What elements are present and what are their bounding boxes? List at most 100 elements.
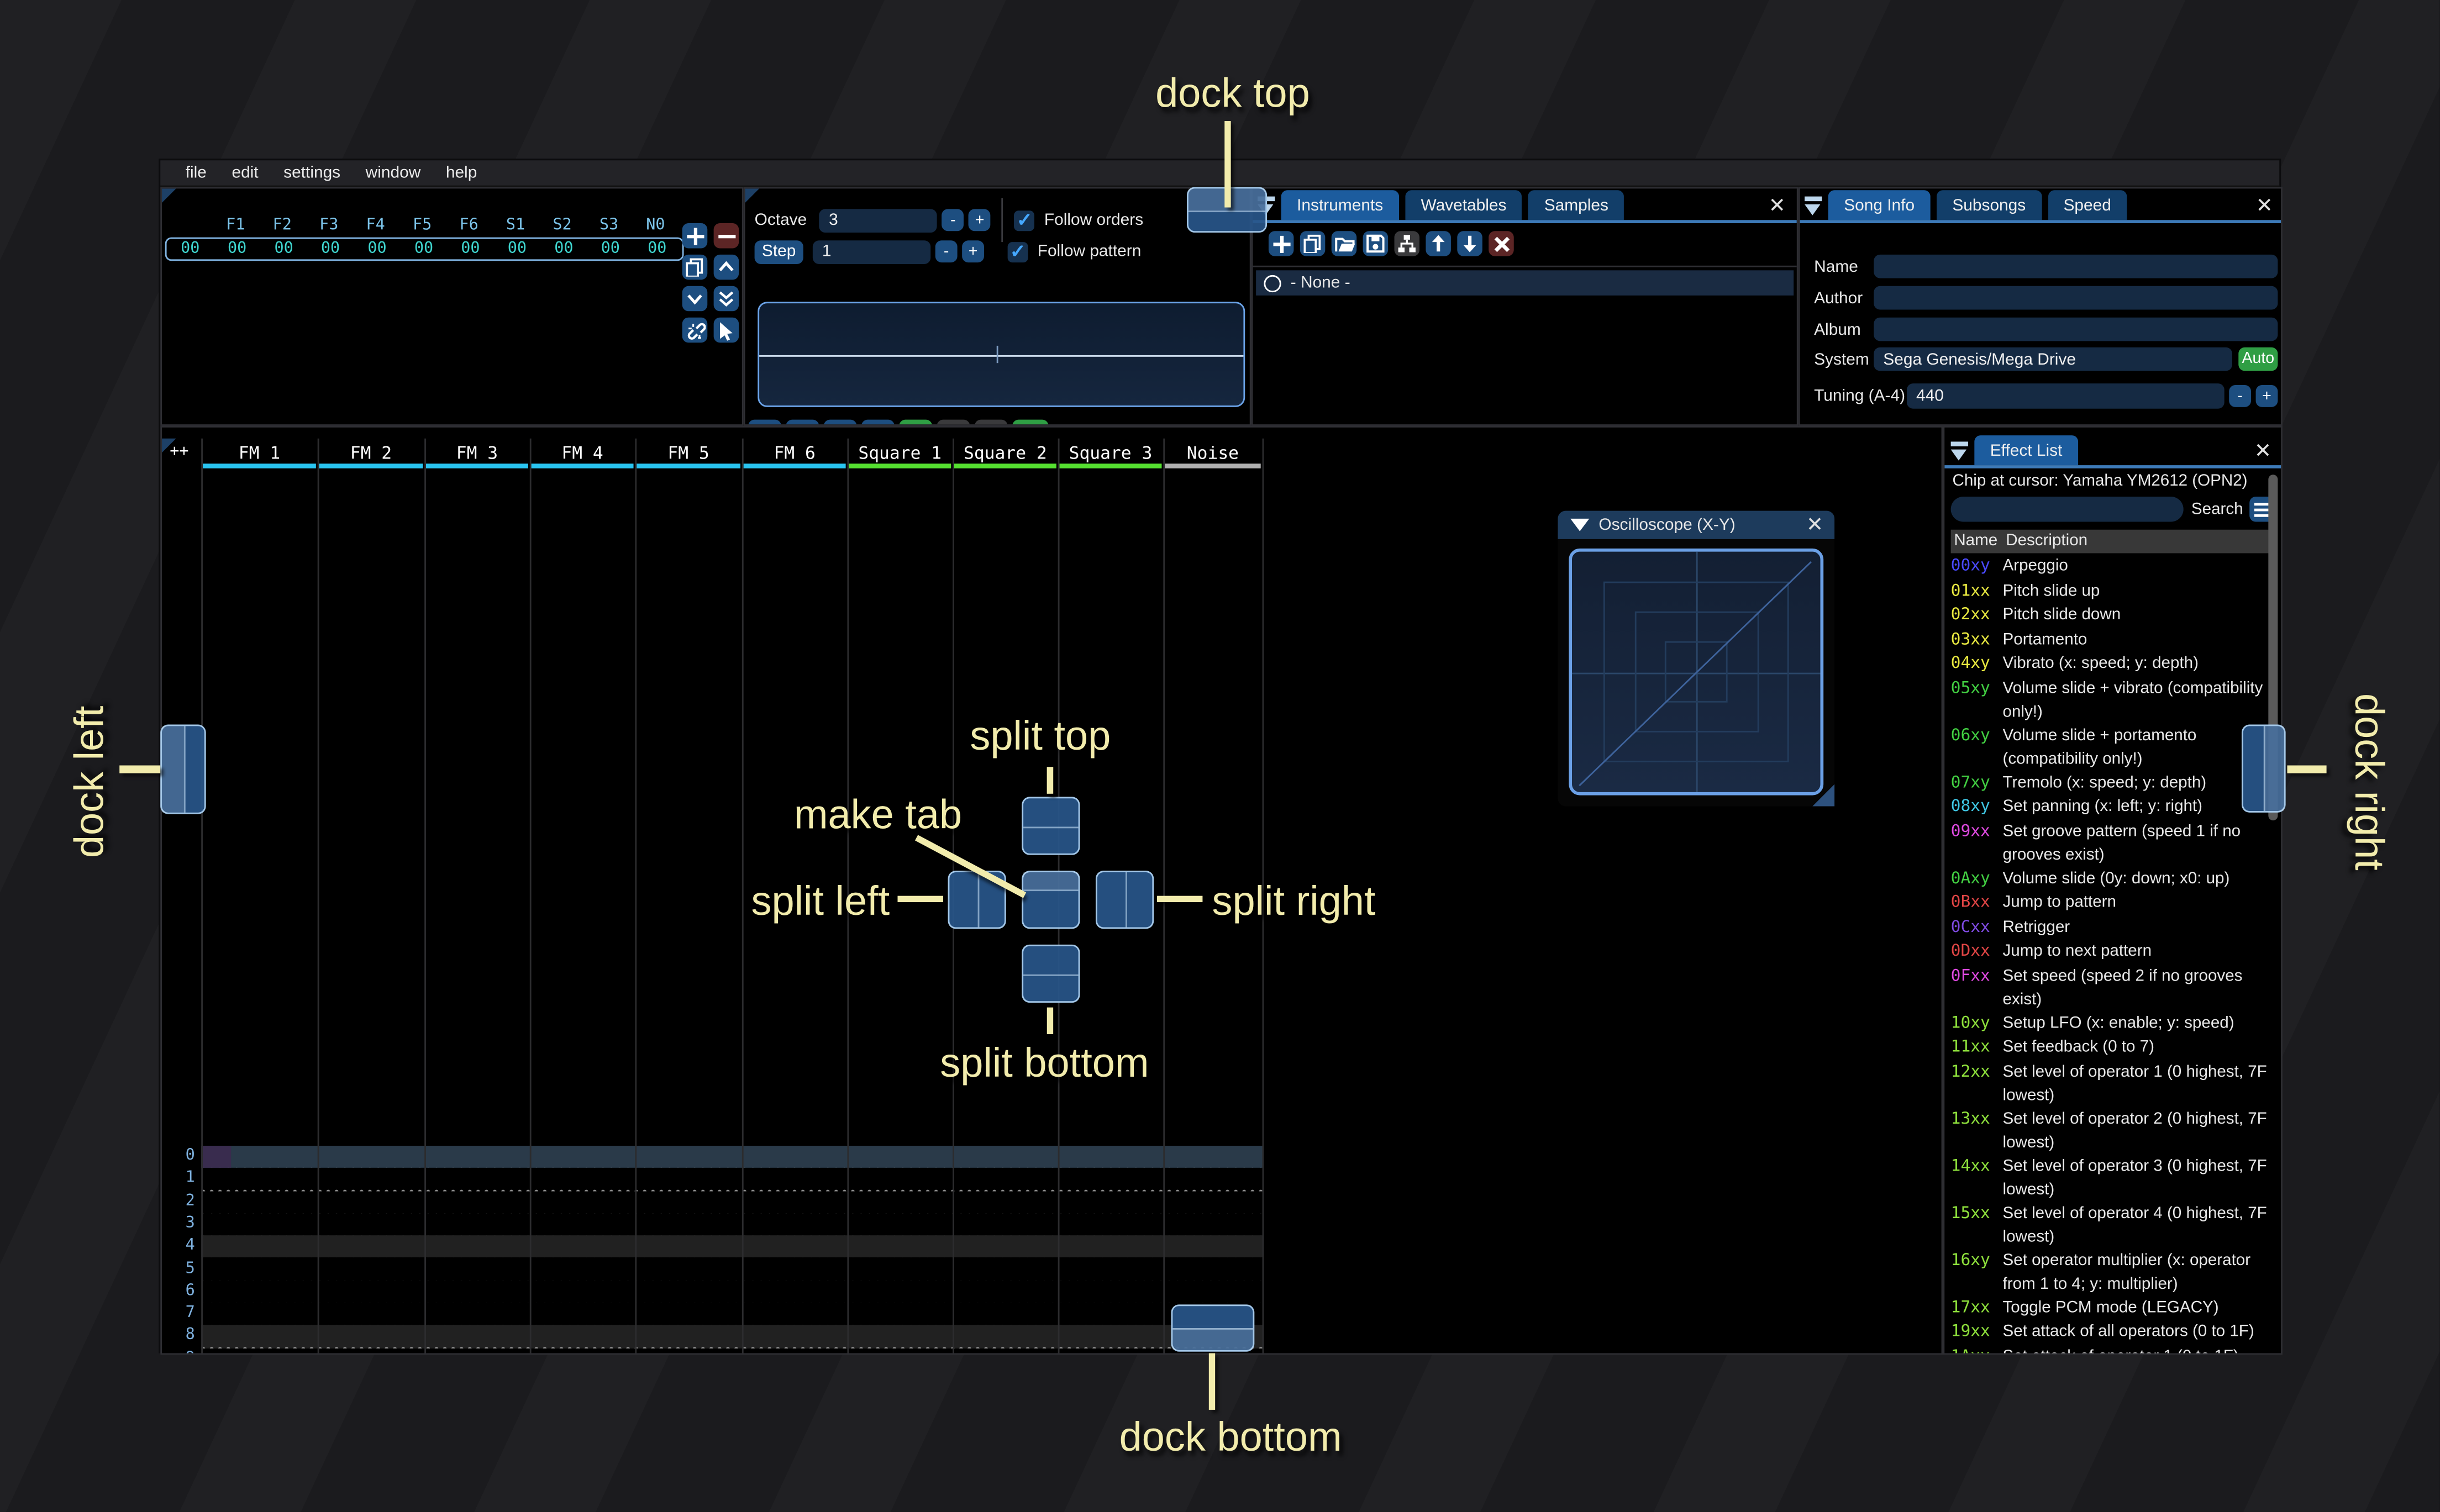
auto-system-button[interactable]: Auto [2238,347,2278,371]
close-icon[interactable]: ✕ [2253,440,2273,462]
octave-input[interactable]: 3 [819,208,938,232]
pattern-row-6[interactable] [201,1281,1263,1303]
effect-entry-14xx[interactable]: 14xx Set level of operator 3 (0 highest, … [1951,1155,2275,1202]
save-button[interactable] [1363,231,1389,256]
effect-search-input[interactable] [1950,497,2184,522]
dock-left-target[interactable] [160,724,206,814]
tab-samples[interactable]: Samples [1528,190,1624,220]
pattern-cursor-cell[interactable] [201,1146,232,1168]
tuning-minus-button[interactable]: - [2229,385,2252,407]
channel-header-fm-4[interactable]: FM 4 [530,439,635,468]
effect-entry-0Bxx[interactable]: 0Bxx Jump to pattern [1951,891,2275,915]
menu-item-edit[interactable]: edit [219,164,271,182]
author-input[interactable] [1874,286,2278,310]
effect-entry-0Cxx[interactable]: 0Cxx Retrigger [1951,915,2275,940]
duplicate-button[interactable] [1300,231,1326,256]
pattern-row-4[interactable] [201,1235,1263,1258]
effect-entry-01xx[interactable]: 01xx Pitch slide up [1951,579,2275,603]
split-right-target[interactable] [1095,871,1154,929]
pattern-row-5[interactable] [201,1258,1263,1281]
follow-orders-checkbox[interactable]: ✓ [1014,209,1035,230]
metronome-icon[interactable] [937,419,970,425]
pattern-row-9[interactable] [201,1348,1263,1353]
effect-entry-05xy[interactable]: 05xy Volume slide + vibrato (compatibilit… [1951,677,2275,724]
add-order-button[interactable] [682,223,708,249]
pattern-row-1[interactable] [201,1168,1263,1191]
record-button[interactable] [899,419,933,425]
collapse-arrow-icon[interactable] [1805,196,1823,217]
effect-entry-19xx[interactable]: 19xx Set attack of all operators (0 to 1F… [1951,1320,2275,1345]
step-plus-button[interactable]: + [962,240,984,263]
unlink-order-button[interactable] [682,317,708,343]
split-top-target[interactable] [1022,797,1080,855]
effect-entry-1Axx[interactable]: 1AxxSet attack of operator 1 (0 to 1F) [1951,1345,2275,1353]
repeat-pattern-button[interactable] [974,419,1008,425]
split-bottom-target[interactable] [1022,944,1080,1003]
effect-entry-13xx[interactable]: 13xx Set level of operator 2 (0 highest, … [1951,1107,2275,1154]
tab-speed[interactable]: Speed [2048,190,2127,220]
collapse-arrow-icon[interactable] [1950,441,1970,462]
effect-entry-06xy[interactable]: 06xy Volume slide + portamento (compatibi… [1951,724,2275,771]
step-minus-button[interactable]: - [935,240,958,263]
effect-entry-0Axy[interactable]: 0Axy Volume slide (0y: down; x0: up) [1951,867,2275,891]
tab-subsongs[interactable]: Subsongs [1936,190,2042,220]
instrument-list-item[interactable]: - None - [1256,270,1794,296]
name-input[interactable] [1874,254,2278,278]
channel-header-square-2[interactable]: Square 2 [953,439,1058,468]
play-pattern-button[interactable] [786,419,819,425]
step-input[interactable]: 1 [812,239,931,264]
tuning-plus-button[interactable]: + [2255,385,2278,407]
menu-item-settings[interactable]: settings [271,164,353,182]
dock-bottom-target[interactable] [1171,1304,1255,1352]
effect-entry-07xy[interactable]: 07xy Tremolo (x: speed; y: depth) [1951,771,2275,795]
play-from-cursor-button[interactable] [823,419,857,425]
make-tab-target[interactable] [1022,871,1080,929]
oscilloscope-title-bar[interactable]: Oscilloscope (X-Y) ✕ [1558,510,1835,539]
add-button[interactable] [1268,231,1294,256]
channel-header-square-1[interactable]: Square 1 [847,439,953,468]
close-icon[interactable]: ✕ [1767,195,1787,217]
tuning-input[interactable]: 440 [1906,383,2225,409]
duplicate-order-button[interactable] [682,254,708,280]
effect-entry-00xy[interactable]: 00xy Arpeggio [1951,555,2275,579]
effect-entry-09xx[interactable]: 09xx Set groove pattern (speed 1 if no gr… [1951,820,2275,867]
follow-pattern-checkbox[interactable]: ✓ [1007,241,1028,262]
pattern-row-2[interactable] [201,1190,1263,1214]
collapse-triangle-icon[interactable] [1570,518,1590,531]
effect-entry-08xy[interactable]: 08xy Set panning (x: left; y: right) [1951,795,2275,820]
channel-header-fm-5[interactable]: FM 5 [635,439,742,468]
pattern-corner-expand[interactable]: ++ [170,443,188,460]
play-button[interactable] [748,419,781,425]
effect-entry-0Dxx[interactable]: 0Dxx Jump to next pattern [1951,940,2275,964]
poly-button[interactable]: Poly [1012,419,1049,425]
remove-order-button[interactable] [713,223,739,249]
move-up-button[interactable] [1426,231,1451,256]
effect-entry-16xy[interactable]: 16xy Set operator multiplier (x: operator… [1951,1248,2275,1295]
effect-entry-04xy[interactable]: 04xy Vibrato (x: speed; y: depth) [1951,652,2275,677]
menu-item-file[interactable]: file [173,164,219,182]
open-button[interactable] [1331,231,1357,256]
effect-entry-02xx[interactable]: 02xx Pitch slide down [1951,603,2275,628]
tab-effect-list[interactable]: Effect List [1974,435,2078,466]
delete-button[interactable] [1489,231,1514,256]
channel-header-fm-6[interactable]: FM 6 [742,439,848,468]
octave-minus-button[interactable]: - [942,209,964,231]
toggle-folders-button[interactable] [1394,231,1420,256]
close-icon[interactable]: ✕ [1805,514,1825,536]
tab-instruments[interactable]: Instruments [1281,190,1399,220]
effect-entry-0Fxx[interactable]: 0Fxx Set speed (speed 2 if no grooves exi… [1951,964,2275,1011]
move-order-up-button[interactable] [713,254,739,280]
channel-header-fm-2[interactable]: FM 2 [318,439,424,468]
menu-item-help[interactable]: help [433,164,490,182]
channel-header-fm-1[interactable]: FM 1 [201,439,318,468]
order-list[interactable]: F1 F2 F3 F4 F5 F6 S1 S2 S3 N0 00 00 00 00 00 00 00 00 00 00… [165,217,684,261]
effect-entry-03xx[interactable]: 03xx Portamento [1951,628,2275,652]
step-row-button[interactable] [861,419,895,425]
channel-header-fm-3[interactable]: FM 3 [424,439,530,468]
pattern-row-7[interactable] [201,1303,1263,1326]
album-input[interactable] [1874,317,2278,341]
move-order-down-button[interactable] [682,286,708,312]
effect-entry-17xx[interactable]: 17xx Toggle PCM mode (LEGACY) [1951,1296,2275,1320]
pattern-row-0[interactable] [201,1146,1263,1168]
effect-entry-10xy[interactable]: 10xy Setup LFO (x: enable; y: speed) [1951,1011,2275,1036]
